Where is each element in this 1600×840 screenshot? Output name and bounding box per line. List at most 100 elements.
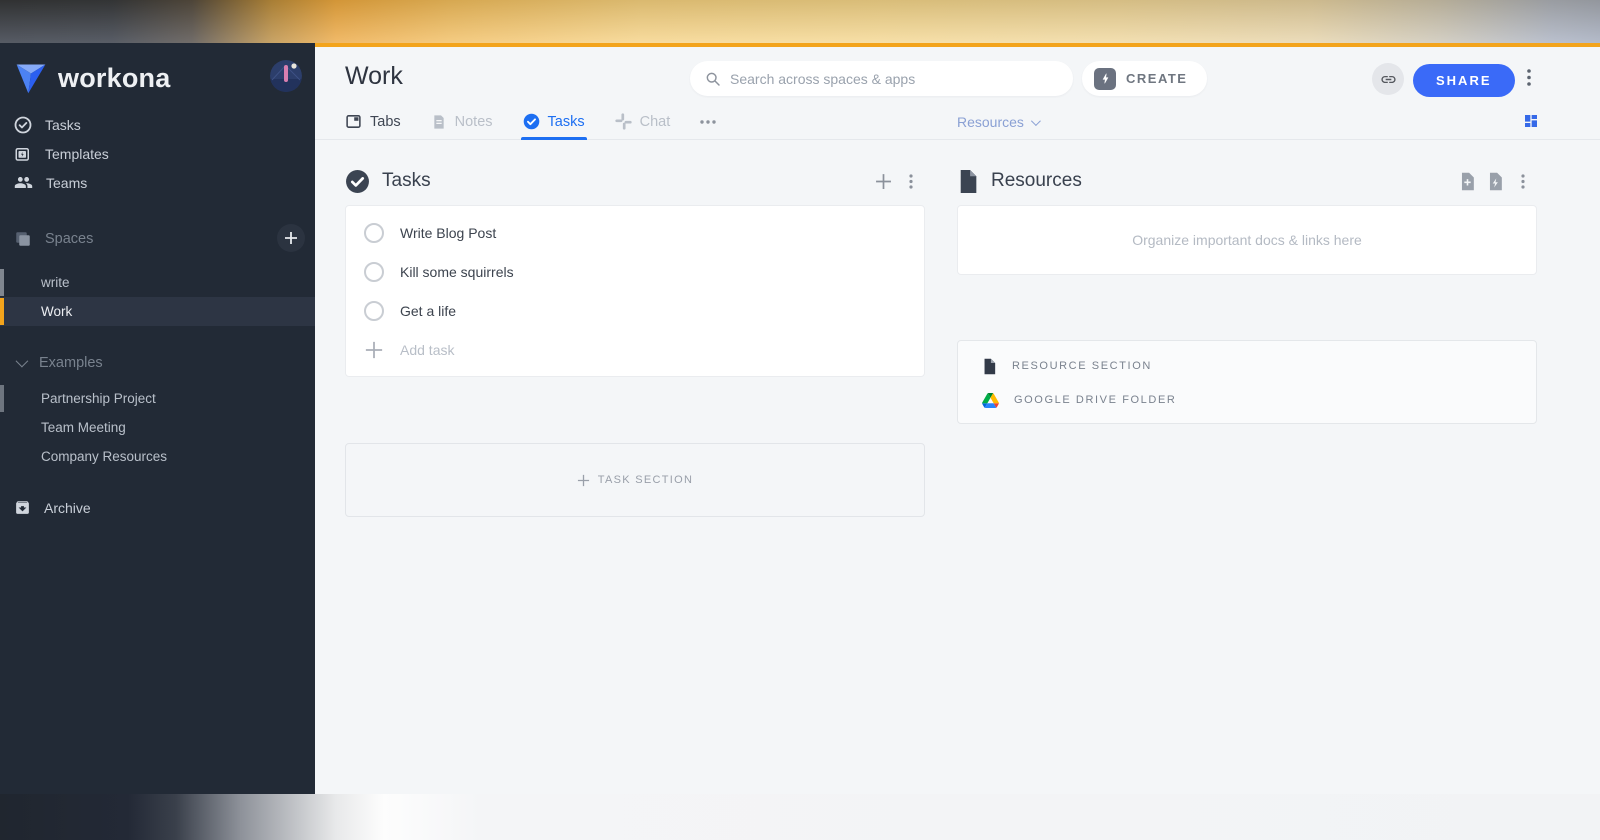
task-label: Get a life xyxy=(400,302,457,319)
tab-label: Tasks xyxy=(547,113,585,130)
tab-tabs[interactable]: Tabs xyxy=(345,104,401,140)
add-resource-template-button[interactable] xyxy=(1481,168,1509,194)
tab-label: Notes xyxy=(454,113,493,130)
file-plus-icon xyxy=(1461,172,1474,190)
sidebar-example-company-resources[interactable]: Company Resources xyxy=(0,442,315,471)
add-resource-button[interactable] xyxy=(1453,168,1481,194)
workona-logo-icon xyxy=(16,64,46,94)
spaces-section-label: Spaces xyxy=(45,231,94,247)
tasks-panel-icon xyxy=(346,169,369,193)
example-label: Team Meeting xyxy=(41,420,126,435)
chevron-down-icon xyxy=(1030,115,1041,126)
plus-icon xyxy=(577,474,589,486)
dashboard-icon xyxy=(1525,115,1537,127)
sidebar-space-work[interactable]: Work xyxy=(0,297,315,326)
tasks-panel: Tasks Write Blog Post Kill some squirrel… xyxy=(345,168,925,517)
add-task-row[interactable]: Add task xyxy=(346,330,924,369)
resources-panel: Resources Organize important docs & link… xyxy=(957,168,1537,517)
slack-icon xyxy=(614,113,632,130)
sidebar-example-team-meeting[interactable]: Team Meeting xyxy=(0,413,315,442)
space-color-tag xyxy=(0,269,4,296)
more-tabs-button[interactable] xyxy=(700,104,716,140)
create-button[interactable]: CREATE xyxy=(1082,61,1208,96)
sidebar-item-teams[interactable]: Teams xyxy=(0,168,315,197)
chevron-down-icon xyxy=(15,354,29,368)
sidebar-item-archive[interactable]: Archive xyxy=(0,493,315,522)
task-row[interactable]: Write Blog Post xyxy=(346,213,924,252)
add-space-button[interactable] xyxy=(277,224,305,252)
task-checkbox[interactable] xyxy=(364,300,384,321)
tasks-panel-more-button[interactable] xyxy=(897,168,925,194)
resources-panel-title: Resources xyxy=(991,170,1082,191)
resources-panel-header: Resources xyxy=(957,168,1537,194)
plus-icon xyxy=(365,341,383,358)
space-color-tag xyxy=(0,298,4,325)
tab-notes[interactable]: Notes xyxy=(431,104,493,140)
layout-grid-button[interactable] xyxy=(1523,113,1539,134)
view-tabs: Tabs Notes Tasks Chat Resources xyxy=(315,104,1600,140)
topbar: Work CREATE SHARE xyxy=(315,47,1600,104)
tasks-panel-title: Tasks xyxy=(382,170,431,191)
resources-dropdown-label: Resources xyxy=(957,114,1024,130)
space-color-tag xyxy=(0,385,4,412)
plus-icon xyxy=(285,232,297,244)
check-circle-icon xyxy=(523,113,539,130)
kebab-menu-icon xyxy=(1521,173,1525,189)
resource-section-row[interactable]: RESOURCE SECTION xyxy=(982,349,1536,383)
copy-link-button[interactable] xyxy=(1372,63,1404,95)
sidebar-item-tasks[interactable]: Tasks xyxy=(0,110,315,139)
sidebar-item-label: Templates xyxy=(45,145,109,162)
archive-icon xyxy=(16,501,29,514)
examples-section-label: Examples xyxy=(39,354,103,371)
add-task-placeholder: Add task xyxy=(400,341,455,358)
templates-icon xyxy=(15,147,29,161)
sidebar-item-label: Archive xyxy=(44,499,91,516)
task-row[interactable]: Kill some squirrels xyxy=(346,252,924,291)
space-label: Work xyxy=(41,304,73,319)
resources-dropdown[interactable]: Resources xyxy=(957,104,1041,140)
tab-chat[interactable]: Chat xyxy=(614,104,670,140)
kebab-menu-icon xyxy=(1527,69,1531,86)
workona-logo[interactable]: workona xyxy=(14,60,170,96)
resources-empty-placeholder: Organize important docs & links here xyxy=(1132,232,1362,248)
app-window: workona Tasks Templates Teams Spaces wri… xyxy=(0,43,1600,794)
sidebar-item-templates[interactable]: Templates xyxy=(0,139,315,168)
kebab-menu-icon xyxy=(909,173,913,189)
example-label: Partnership Project xyxy=(41,391,156,406)
sidebar-example-partnership-project[interactable]: Partnership Project xyxy=(0,384,315,413)
task-checkbox[interactable] xyxy=(364,222,384,243)
resources-panel-icon xyxy=(960,169,977,193)
content-area: Work CREATE SHARE xyxy=(315,43,1600,794)
notes-icon xyxy=(433,114,444,129)
file-bolt-icon xyxy=(1489,172,1502,190)
create-button-label: CREATE xyxy=(1126,71,1188,86)
sidebar-item-label: Tasks xyxy=(45,116,81,133)
share-button[interactable]: SHARE xyxy=(1413,64,1515,97)
user-avatar[interactable] xyxy=(270,60,302,92)
spaces-section-header: Spaces xyxy=(0,224,315,254)
example-label: Company Resources xyxy=(41,449,168,464)
resource-section-label: RESOURCE SECTION xyxy=(1012,360,1152,372)
google-drive-folder-row[interactable]: GOOGLE DRIVE FOLDER xyxy=(982,383,1536,417)
window-icon xyxy=(346,115,361,128)
task-label: Write Blog Post xyxy=(400,224,497,241)
page-title: Work xyxy=(345,62,403,90)
tab-tasks[interactable]: Tasks xyxy=(520,104,587,140)
resources-empty-card[interactable]: Organize important docs & links here xyxy=(957,205,1537,275)
task-row[interactable]: Get a life xyxy=(346,291,924,330)
header-more-button[interactable] xyxy=(1527,69,1531,91)
sidebar: workona Tasks Templates Teams Spaces wri… xyxy=(0,43,315,794)
resources-panel-more-button[interactable] xyxy=(1509,168,1537,194)
search-bar[interactable] xyxy=(690,61,1073,96)
tab-label: Tabs xyxy=(370,113,401,130)
document-icon xyxy=(984,358,996,374)
examples-section-header[interactable]: Examples xyxy=(0,348,315,377)
task-checkbox[interactable] xyxy=(364,261,384,282)
bolt-icon xyxy=(1094,67,1116,90)
add-task-list-button[interactable] xyxy=(869,168,897,194)
search-input[interactable] xyxy=(730,70,1030,87)
logo-text: workona xyxy=(58,62,171,93)
sidebar-space-write[interactable]: write xyxy=(0,268,315,297)
sidebar-item-label: Teams xyxy=(46,174,88,191)
add-task-section-button[interactable]: TASK SECTION xyxy=(345,443,925,517)
